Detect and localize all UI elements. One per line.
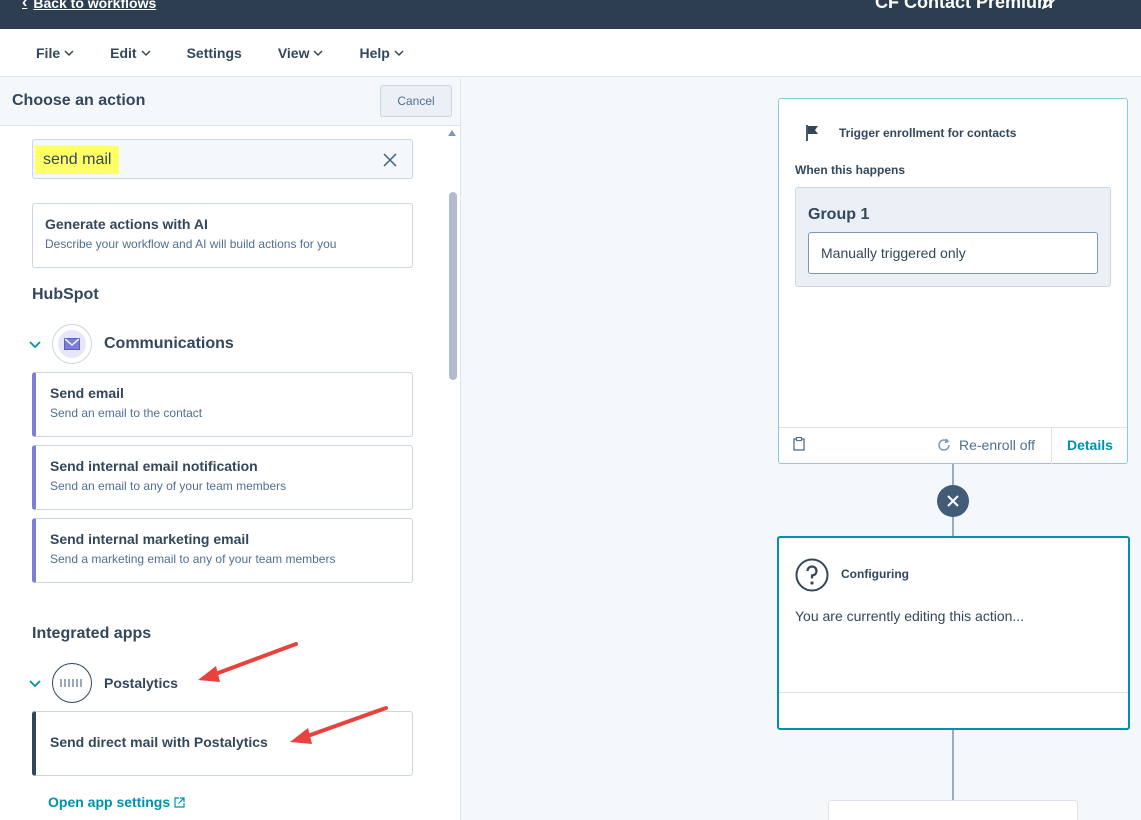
- action-title: Send email: [50, 385, 124, 401]
- scroll-up-arrow-icon[interactable]: [448, 130, 456, 136]
- menu-bar: File Edit Settings View Help: [0, 29, 1141, 77]
- refresh-icon: [938, 438, 950, 451]
- reenroll-label: Re-enroll off: [959, 437, 1036, 453]
- menu-file[interactable]: File: [36, 45, 74, 61]
- top-header: ‹ Back to workflows CF Contact Premium: [0, 0, 1141, 29]
- panel-title: Choose an action: [12, 92, 146, 109]
- action-title: Send internal email notification: [50, 458, 258, 474]
- menu-help-label: Help: [359, 44, 390, 61]
- chevron-left-icon: ‹: [22, 0, 28, 11]
- when-this-happens-label: When this happens: [795, 163, 906, 177]
- open-app-settings-link[interactable]: Open app settings: [48, 794, 185, 810]
- back-link-label: Back to workflows: [33, 0, 157, 11]
- pencil-icon[interactable]: [1041, 0, 1057, 10]
- ai-card-subtitle: Describe your workflow and AI will build…: [45, 237, 337, 251]
- integrated-apps-label: Integrated apps: [32, 625, 152, 642]
- chevron-down-icon: [394, 49, 404, 56]
- footer-divider: [1051, 428, 1052, 464]
- trigger-criteria[interactable]: Manually triggered only: [808, 232, 1098, 274]
- flag-icon: [806, 125, 818, 141]
- action-send-email[interactable]: Send email Send an email to the contact: [32, 372, 413, 437]
- close-icon: [947, 495, 959, 507]
- connector-line: [952, 464, 954, 485]
- menu-edit[interactable]: Edit: [110, 44, 151, 61]
- config-title: Configuring: [841, 567, 909, 581]
- details-link[interactable]: Details: [1067, 437, 1113, 453]
- cancel-button[interactable]: Cancel: [380, 85, 452, 117]
- reenroll-toggle[interactable]: Re-enroll off: [937, 437, 1035, 453]
- action-send-internal-marketing-email[interactable]: Send internal marketing email Send a mar…: [32, 518, 413, 583]
- close-icon[interactable]: [382, 152, 398, 168]
- action-subtitle: Send a marketing email to any of your te…: [50, 552, 336, 566]
- annotation-arrow-icon: [198, 642, 298, 682]
- envelope-icon: [64, 338, 80, 350]
- menu-view-label: View: [277, 44, 310, 61]
- menu-view[interactable]: View: [278, 45, 324, 61]
- generate-ai-card[interactable]: Generate actions with AI Describe your w…: [32, 203, 413, 268]
- category-communications[interactable]: Communications: [28, 324, 234, 364]
- chevron-down-icon: [141, 49, 151, 56]
- action-subtitle: Send an email to any of your team member…: [50, 479, 287, 493]
- open-app-settings-label: Open app settings: [48, 794, 171, 810]
- clipboard-icon[interactable]: [793, 437, 805, 451]
- chevron-down-icon: [29, 680, 41, 688]
- trigger-title: Trigger enrollment for contacts: [839, 126, 1017, 140]
- menu-settings[interactable]: Settings: [187, 45, 242, 61]
- choose-action-panel: Choose an action Cancel send mail Genera…: [0, 78, 461, 820]
- question-icon: [795, 558, 829, 592]
- external-link-icon: [174, 796, 185, 808]
- group-title: Group 1: [808, 206, 870, 223]
- connector-line: [952, 517, 954, 536]
- communications-icon: [52, 324, 92, 364]
- communications-label: Communications: [104, 335, 234, 352]
- next-action-card[interactable]: [828, 800, 1078, 820]
- menu-edit-label: Edit: [110, 44, 137, 61]
- chevron-down-icon: [313, 49, 323, 56]
- menu-help[interactable]: Help: [359, 44, 404, 61]
- search-value: send mail: [35, 146, 120, 174]
- chevron-down-icon: [64, 49, 74, 56]
- ai-card-title: Generate actions with AI: [45, 216, 208, 232]
- postalytics-label: Postalytics: [104, 675, 178, 691]
- trigger-card[interactable]: Trigger enrollment for contacts When thi…: [778, 98, 1128, 464]
- hubspot-section-label: HubSpot: [32, 286, 99, 303]
- action-subtitle: Send an email to the contact: [50, 406, 203, 420]
- trigger-group[interactable]: Group 1 Manually triggered only: [795, 187, 1111, 287]
- annotation-arrow-icon: [290, 706, 388, 744]
- connector-line: [952, 730, 954, 800]
- configuring-action-card[interactable]: Configuring You are currently editing th…: [777, 536, 1130, 730]
- workflow-title[interactable]: CF Contact Premium: [875, 0, 1053, 13]
- menu-settings-label: Settings: [186, 44, 242, 61]
- action-title: Send internal marketing email: [50, 531, 250, 547]
- search-input[interactable]: send mail: [32, 139, 413, 179]
- menu-file-label: File: [36, 44, 61, 61]
- panel-header: Choose an action Cancel: [0, 78, 460, 126]
- trigger-footer: Re-enroll off Details: [779, 427, 1127, 464]
- remove-action-button[interactable]: [937, 485, 969, 517]
- chevron-down-icon: [29, 341, 41, 349]
- back-to-workflows-link[interactable]: ‹ Back to workflows: [22, 0, 156, 12]
- action-send-internal-email-notification[interactable]: Send internal email notification Send an…: [32, 445, 413, 510]
- config-divider: [779, 692, 1128, 693]
- config-text: You are currently editing this action...: [795, 608, 1025, 624]
- category-postalytics[interactable]: Postalytics: [28, 663, 178, 703]
- scrollbar-thumb[interactable]: [449, 192, 457, 380]
- postalytics-logo: [52, 663, 92, 703]
